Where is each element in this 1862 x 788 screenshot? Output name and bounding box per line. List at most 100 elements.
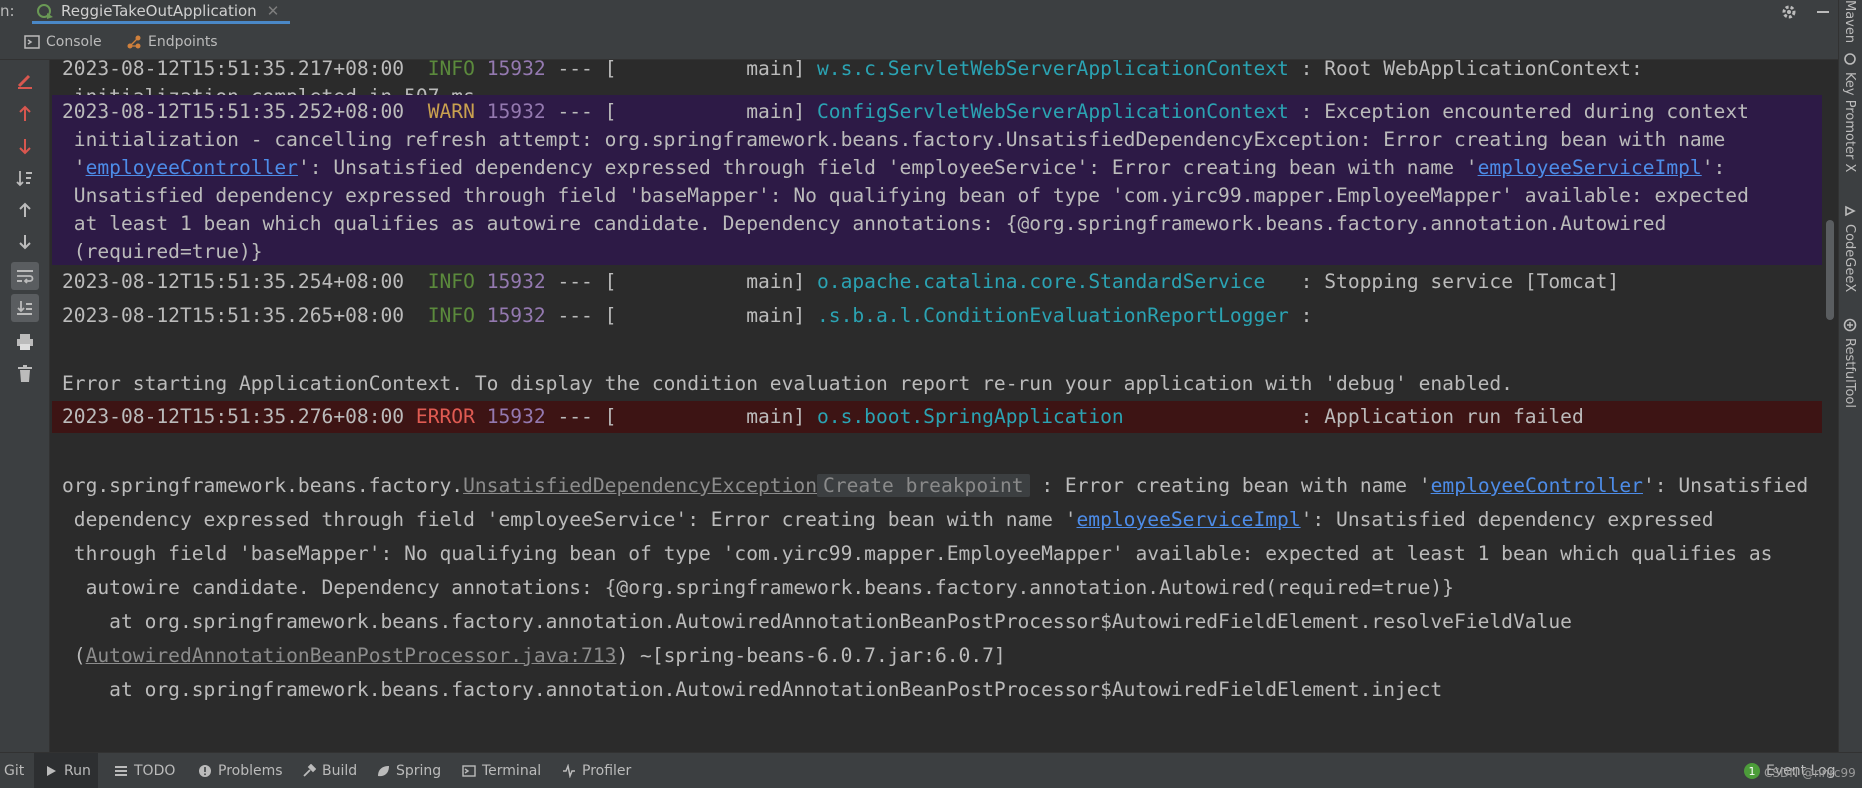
key-promoter-label: Key Promoter X: [1842, 72, 1857, 173]
run-icon: [47, 766, 56, 776]
restfultool-tool-tab[interactable]: RestfulTool: [1842, 318, 1857, 408]
terminal-icon: [462, 765, 476, 777]
run-tool-window-header: n: ReggieTakeOutApplication ✕: [0, 0, 1862, 24]
sort-button[interactable]: [11, 164, 39, 192]
clear-all-button[interactable]: [11, 360, 39, 388]
maven-tool-tab[interactable]: Maven: [1842, 0, 1857, 43]
stacktrace-line: through field 'baseMapper': No qualifyin…: [62, 542, 1773, 565]
log-thread: --- [ main]: [545, 60, 817, 80]
console-toolbar: [0, 60, 50, 752]
console-scrollbar[interactable]: [1822, 60, 1836, 752]
log-message: : Root WebApplicationContext:: [1288, 60, 1643, 80]
run-configuration-tab[interactable]: ReggieTakeOutApplication ✕: [32, 0, 290, 24]
run-tab-title: ReggieTakeOutApplication: [61, 1, 257, 20]
stop-up-icon: [19, 105, 31, 121]
run-subtabs: Console Endpoints: [0, 24, 1838, 60]
codegeex-tool-tab[interactable]: CodeGeeX: [1842, 204, 1857, 292]
log-timestamp: 2023-08-12T15:51:35.252+08:00: [62, 100, 405, 123]
trash-icon: [18, 365, 32, 382]
log-line-info: 2023-08-12T15:51:35.254+08:00 INFO 15932…: [52, 265, 1836, 299]
log-logger: .s.b.a.l.ConditionEvaluationReportLogger: [817, 304, 1289, 327]
print-button[interactable]: [11, 328, 39, 356]
tab-terminal[interactable]: Terminal: [462, 753, 541, 788]
log-level: ERROR: [415, 405, 475, 428]
log-message: :: [1288, 304, 1313, 327]
sort-icon: [16, 171, 32, 187]
tab-git[interactable]: Git: [4, 753, 24, 788]
text-segment: ': Unsatisfied: [1642, 474, 1809, 497]
log-logger: w.s.c.ServletWebServerApplicationContext: [817, 60, 1289, 80]
scroll-down-button[interactable]: [11, 228, 39, 256]
employee-controller-link[interactable]: employeeController: [1431, 474, 1643, 497]
stacktrace-line: dependency expressed through field 'empl…: [52, 503, 1836, 537]
run-config-icon: [37, 3, 53, 19]
scroll-to-end-icon: [17, 301, 32, 315]
console-output[interactable]: 2023-08-12T15:51:35.217+08:00 INFO 15932…: [52, 60, 1836, 752]
build-icon: [303, 764, 316, 777]
exception-class-link[interactable]: UnsatisfiedDependencyException: [463, 474, 817, 497]
tab-problems-label: Problems: [218, 763, 283, 779]
log-line-warn-continuation: (required=true)}: [52, 235, 1836, 265]
log-level: INFO: [427, 60, 475, 80]
gear-icon[interactable]: [1780, 2, 1798, 22]
scroll-up-button[interactable]: [11, 196, 39, 224]
create-breakpoint-tooltip[interactable]: Create breakpoint: [817, 474, 1030, 497]
right-tool-strip: Maven Key Promoter X CodeGeeX RestfulToo…: [1838, 0, 1862, 788]
tab-problems[interactable]: Problems: [198, 753, 283, 788]
problems-icon: [199, 765, 211, 777]
text-segment: ':: [1701, 156, 1726, 179]
log-line-info: 2023-08-12T15:51:35.265+08:00 INFO 15932…: [52, 299, 1836, 333]
text-segment: : Error creating bean with name ': [1029, 474, 1431, 497]
codegeex-icon: [1844, 205, 1856, 217]
log-message: : Exception encountered during context: [1288, 100, 1749, 123]
close-tab-icon[interactable]: ✕: [267, 2, 280, 20]
tab-build[interactable]: Build: [302, 753, 357, 788]
employee-controller-link[interactable]: employeeController: [86, 156, 298, 179]
tab-run-label: Run: [64, 763, 91, 779]
stacktrace-line: org.springframework.beans.factory.Unsati…: [52, 469, 1836, 503]
spring-icon: [378, 766, 389, 777]
tab-todo[interactable]: TODO: [114, 753, 175, 788]
log-pid: 15932: [486, 270, 546, 293]
log-level: INFO: [427, 270, 475, 293]
text-segment: ': Unsatisfied dependency expressed: [1300, 508, 1714, 531]
log-pid: 15932: [486, 304, 546, 327]
maven-label: Maven: [1842, 0, 1857, 44]
log-timestamp: 2023-08-12T15:51:35.254+08:00: [62, 270, 405, 293]
rerun-button[interactable]: [11, 68, 39, 96]
tab-endpoints[interactable]: Endpoints: [126, 24, 218, 60]
tab-profiler-label: Profiler: [582, 763, 632, 779]
log-pid: 15932: [486, 405, 546, 428]
tab-profiler[interactable]: Profiler: [562, 753, 631, 788]
up-stack-button[interactable]: [11, 100, 39, 128]
log-timestamp: 2023-08-12T15:51:35.276+08:00: [62, 405, 405, 428]
scroll-to-end-button[interactable]: [11, 294, 39, 322]
watermark: CSDN @nnrc99: [1764, 766, 1856, 780]
soft-wrap-icon: [17, 270, 34, 284]
key-promoter-tool-tab[interactable]: Key Promoter X: [1842, 52, 1857, 172]
log-message: : Stopping service [Tomcat]: [1265, 270, 1620, 293]
log-line-error: 2023-08-12T15:51:35.276+08:00 ERROR 1593…: [52, 401, 1836, 433]
profiler-icon: [563, 764, 575, 778]
source-file-link[interactable]: AutowiredAnnotationBeanPostProcessor.jav…: [86, 644, 617, 667]
soft-wrap-button[interactable]: [11, 262, 39, 290]
console-scrollbar-thumb[interactable]: [1826, 220, 1834, 320]
employee-service-impl-link[interactable]: employeeServiceImpl: [1478, 156, 1702, 179]
log-logger: o.s.boot.SpringApplication: [817, 405, 1124, 428]
tab-console[interactable]: Console: [24, 24, 102, 60]
log-thread: --- [ main]: [545, 100, 817, 123]
todo-icon: [115, 766, 127, 776]
stacktrace-line: at org.springframework.beans.factory.ann…: [62, 610, 1572, 633]
tab-spring[interactable]: Spring: [376, 753, 441, 788]
codegeex-label: CodeGeeX: [1842, 224, 1857, 293]
stop-down-icon: [19, 139, 31, 155]
tab-todo-label: TODO: [134, 763, 176, 779]
tab-run[interactable]: Run: [34, 753, 98, 788]
minimize-icon[interactable]: [1814, 2, 1832, 22]
log-pid: 15932: [486, 100, 546, 123]
down-stack-button[interactable]: [11, 132, 39, 160]
restfultool-label: RestfulTool: [1842, 338, 1857, 408]
text-segment: dependency expressed through field 'empl…: [62, 508, 1077, 531]
tab-spring-label: Spring: [396, 763, 442, 779]
employee-service-impl-link[interactable]: employeeServiceImpl: [1077, 508, 1301, 531]
